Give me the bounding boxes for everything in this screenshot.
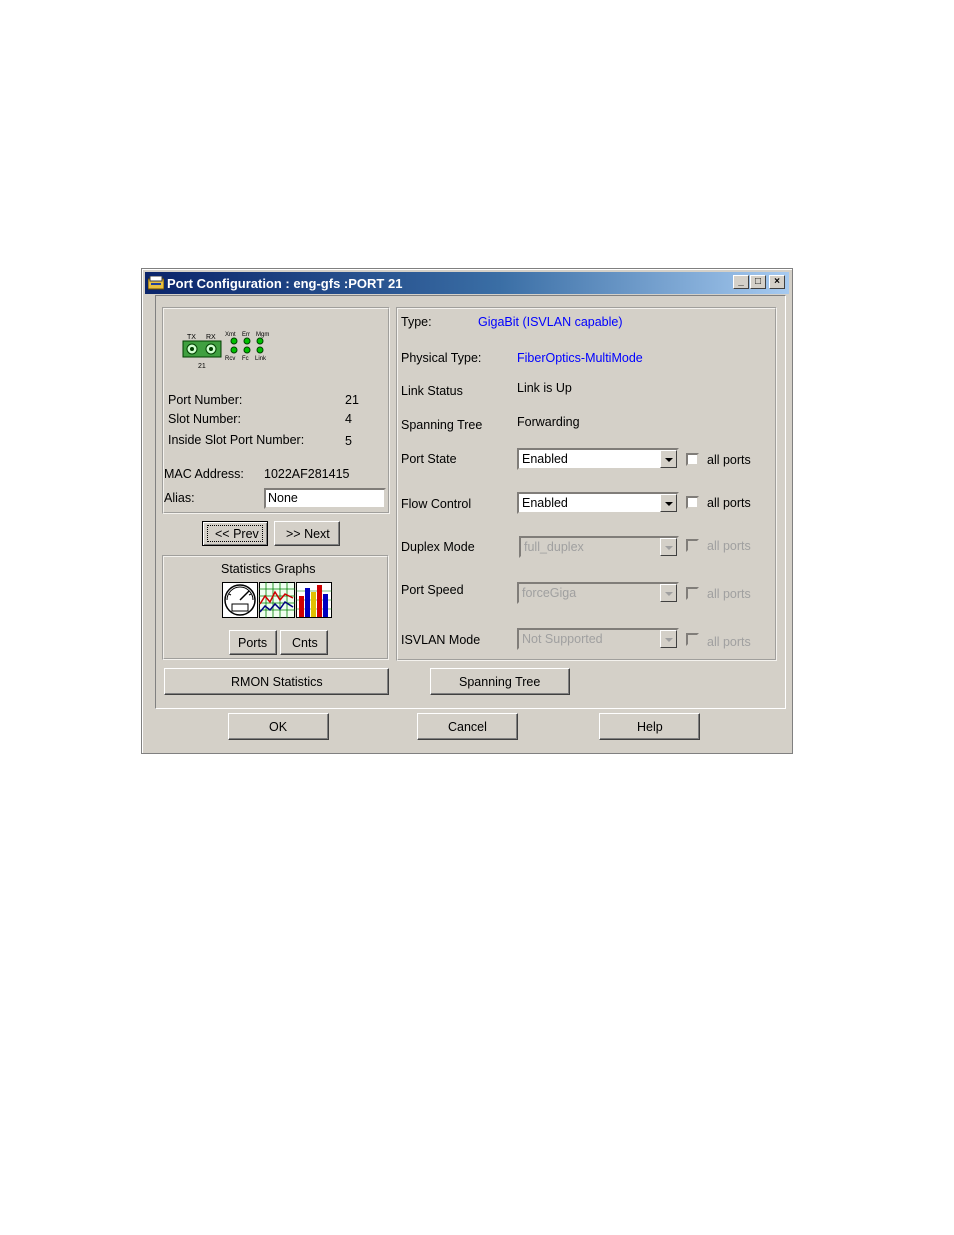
prev-button-label: << Prev: [215, 527, 259, 541]
link-status-label: Link Status: [401, 384, 463, 398]
mac-address-label: MAC Address:: [164, 467, 244, 481]
isvlan-mode-all-ports-label: all ports: [707, 635, 751, 649]
duplex-mode-dropdown[interactable]: full_duplex: [519, 536, 679, 558]
alias-label: Alias:: [164, 491, 195, 505]
svg-text:Rcv: Rcv: [225, 356, 235, 362]
cancel-button-label: Cancel: [448, 720, 487, 734]
port-speed-label: Port Speed: [401, 583, 464, 597]
ports-button[interactable]: Ports: [229, 630, 277, 655]
close-button[interactable]: ×: [769, 275, 785, 289]
svg-text:Fc: Fc: [242, 356, 249, 362]
isvlan-mode-selected: Not Supported: [522, 632, 603, 646]
flow-control-all-ports-label: all ports: [707, 496, 751, 510]
spanning-tree-button[interactable]: Spanning Tree: [430, 668, 570, 695]
chevron-down-icon[interactable]: [660, 450, 677, 468]
svg-text:TX: TX: [187, 334, 196, 341]
close-icon: ×: [774, 276, 780, 287]
svg-text:Err: Err: [242, 332, 250, 338]
spanning-tree-label: Spanning Tree: [401, 418, 483, 432]
port-speed-dropdown[interactable]: forceGiga: [517, 582, 679, 604]
help-button[interactable]: Help: [599, 713, 700, 740]
statistics-graphs-title: Statistics Graphs: [221, 562, 316, 576]
type-value: GigaBit (ISVLAN capable): [478, 315, 623, 329]
cnts-button-label: Cnts: [292, 636, 318, 650]
app-icon: [148, 276, 164, 290]
port-state-label: Port State: [401, 452, 457, 466]
spanning-tree-value: Forwarding: [517, 415, 580, 429]
port-state-all-ports-label: all ports: [707, 453, 751, 467]
flow-control-dropdown[interactable]: Enabled: [517, 492, 679, 514]
inside-slot-label: Inside Slot Port Number:: [168, 433, 305, 447]
port-speed-selected: forceGiga: [522, 586, 577, 600]
duplex-mode-all-ports-label: all ports: [707, 539, 751, 553]
ports-button-label: Ports: [238, 636, 268, 650]
slot-number-value: 4: [345, 412, 352, 426]
port-state-dropdown[interactable]: Enabled: [517, 448, 679, 470]
isvlan-mode-dropdown[interactable]: Not Supported: [517, 628, 679, 650]
flow-control-label: Flow Control: [401, 497, 472, 511]
ok-button-label: OK: [269, 720, 288, 734]
inside-slot-value: 5: [345, 434, 352, 448]
port-number-label: Port Number:: [168, 393, 243, 407]
help-button-label: Help: [637, 720, 663, 734]
prev-button[interactable]: << Prev: [202, 521, 268, 546]
mac-address-value: 1022AF281415: [264, 467, 350, 481]
rmon-statistics-button[interactable]: RMON Statistics: [164, 668, 389, 695]
alias-input[interactable]: None: [264, 488, 386, 509]
slot-number-label: Slot Number:: [168, 412, 241, 426]
port-speed-all-ports-label: all ports: [707, 587, 751, 601]
window-title: Port Configuration : eng-gfs :PORT 21: [167, 276, 403, 291]
cancel-button[interactable]: Cancel: [417, 713, 518, 740]
chevron-down-icon: [660, 584, 677, 602]
svg-text:21: 21: [198, 363, 206, 370]
chevron-down-icon: [660, 630, 677, 648]
flow-control-selected: Enabled: [522, 496, 568, 510]
alias-input-value: None: [268, 491, 298, 505]
maximize-button[interactable]: □: [750, 275, 766, 289]
physical-type-label: Physical Type:: [401, 351, 482, 365]
duplex-mode-label: Duplex Mode: [401, 540, 475, 554]
port-number-value: 21: [345, 393, 359, 407]
ok-button[interactable]: OK: [228, 713, 329, 740]
title-bar[interactable]: Port Configuration : eng-gfs :PORT 21 _ …: [145, 272, 789, 294]
cnts-button[interactable]: Cnts: [280, 630, 328, 655]
duplex-mode-all-ports-checkbox[interactable]: [686, 539, 699, 552]
chevron-down-icon: [660, 538, 677, 556]
line-graph-icon[interactable]: [259, 582, 295, 618]
maximize-icon: □: [754, 276, 762, 287]
port-state-all-ports-checkbox[interactable]: [686, 453, 699, 466]
chevron-down-icon[interactable]: [660, 494, 677, 512]
isvlan-mode-all-ports-checkbox[interactable]: [686, 633, 699, 646]
next-button-label: >> Next: [286, 527, 330, 541]
duplex-mode-selected: full_duplex: [524, 540, 584, 554]
minimize-button[interactable]: _: [733, 275, 749, 289]
type-label: Type:: [401, 315, 432, 329]
minimize-icon: _: [738, 276, 744, 287]
flow-control-all-ports-checkbox[interactable]: [686, 496, 699, 509]
svg-text:Link: Link: [255, 356, 267, 362]
link-status-value: Link is Up: [517, 381, 572, 395]
svg-text:Xmt: Xmt: [225, 332, 236, 338]
port-status-icon: TX RX 21 Xmt Err Mgm Rcv Fc Link: [182, 332, 269, 370]
physical-type-value: FiberOptics-MultiMode: [517, 351, 643, 365]
isvlan-mode-label: ISVLAN Mode: [401, 633, 481, 647]
port-speed-all-ports-checkbox[interactable]: [686, 587, 699, 600]
port-configuration-window: Port Configuration : eng-gfs :PORT 21 _ …: [141, 268, 793, 754]
rmon-statistics-label: RMON Statistics: [231, 675, 323, 689]
svg-text:RX: RX: [206, 334, 216, 341]
bar-graph-icon[interactable]: [296, 582, 332, 618]
svg-text:Mgm: Mgm: [256, 332, 269, 338]
next-button[interactable]: >> Next: [274, 521, 340, 546]
spanning-tree-button-label: Spanning Tree: [459, 675, 541, 689]
port-state-selected: Enabled: [522, 452, 568, 466]
gauge-graph-icon[interactable]: [222, 582, 258, 618]
